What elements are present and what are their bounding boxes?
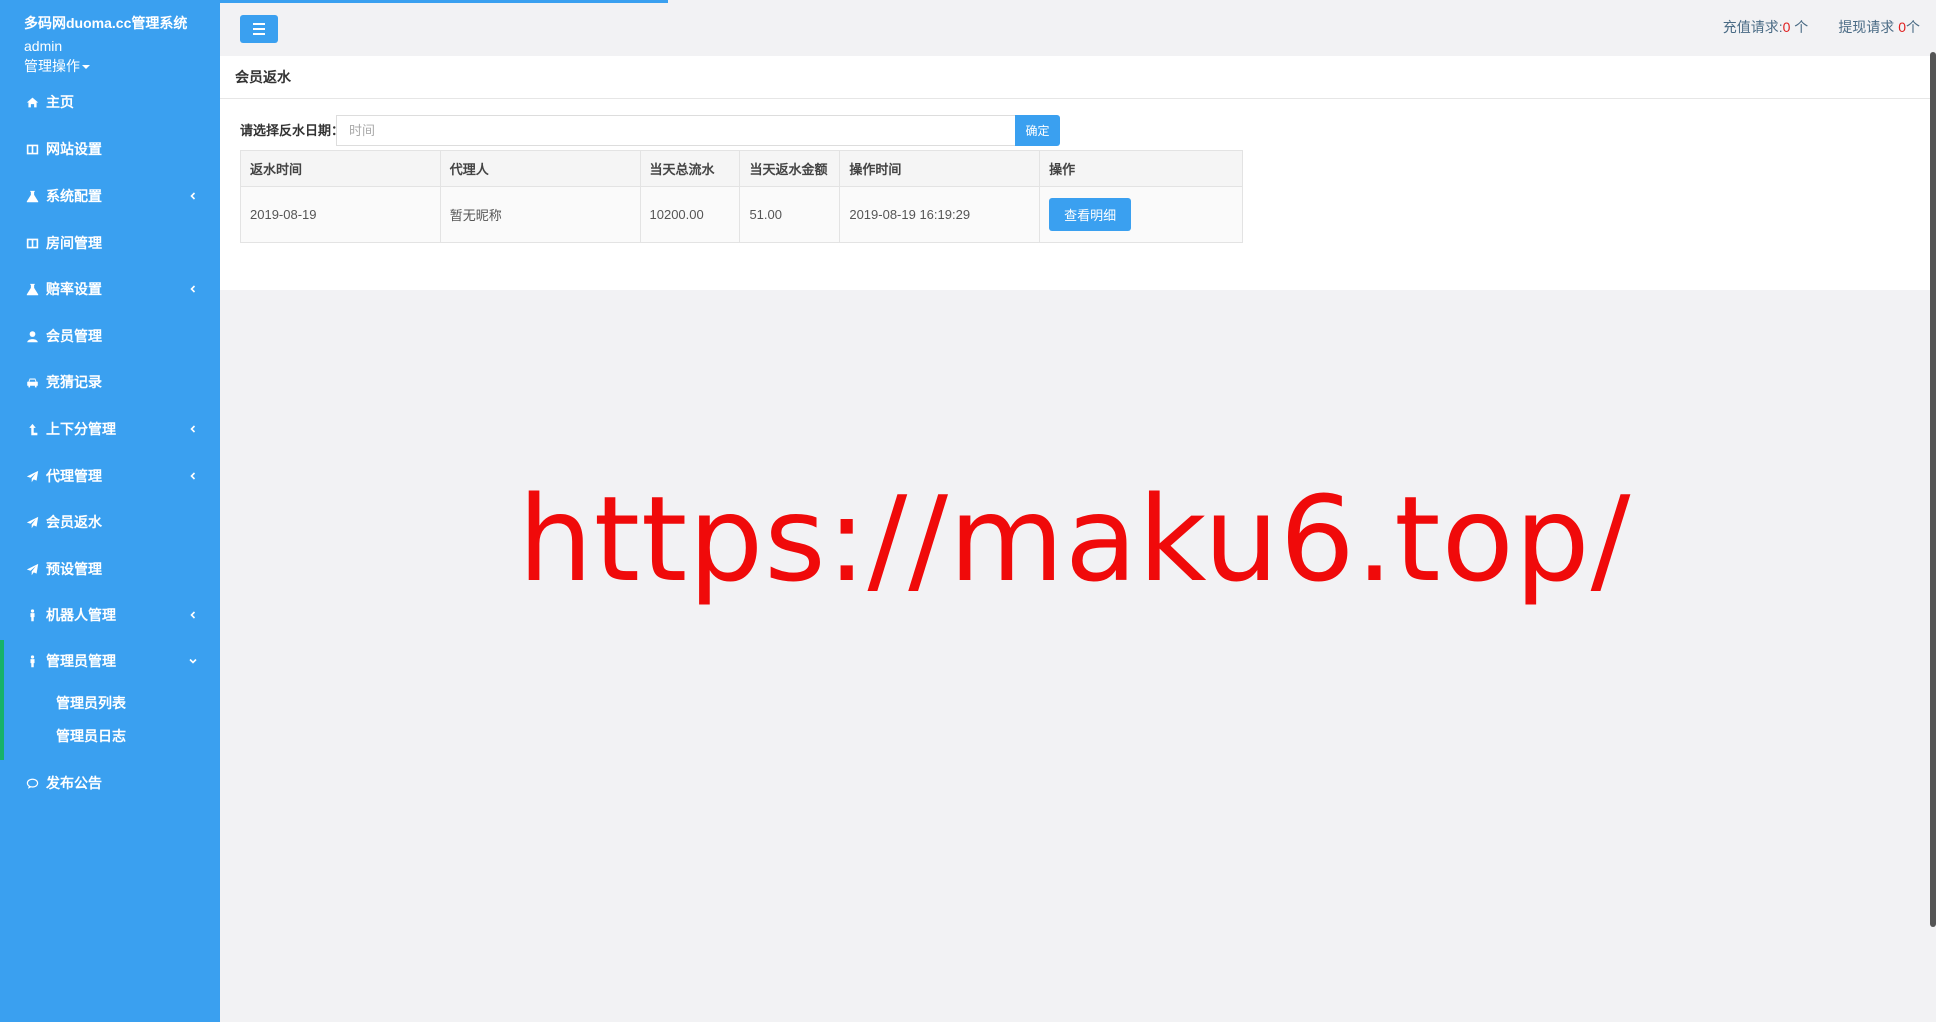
sidebar-subitem-admin-list[interactable]: 管理员列表 <box>56 693 126 713</box>
comments-icon <box>24 775 40 791</box>
date-label: 请选择反水日期： <box>240 123 345 138</box>
recharge-label: 充值请求: <box>1722 19 1783 35</box>
male-icon <box>24 607 40 623</box>
hamburger-line <box>253 33 265 35</box>
col-header-rebate-date: 返水时间 <box>240 150 441 187</box>
sidebar-item-presets[interactable]: 预设管理 <box>0 551 220 587</box>
withdraw-label: 提现请求 <box>1838 19 1899 35</box>
caret-down-icon <box>82 65 90 70</box>
car-icon <box>24 374 40 390</box>
sidebar-item-member-rebate[interactable]: 会员返水 <box>0 504 220 540</box>
chevron-down-icon <box>186 654 200 668</box>
top-bar <box>220 0 1936 52</box>
sidebar-item-label: 代理管理 <box>46 468 102 484</box>
confirm-button[interactable]: 确定 <box>1015 115 1060 146</box>
flask-icon <box>24 188 40 204</box>
sidebar-item-label: 房间管理 <box>46 235 102 251</box>
col-header-agent: 代理人 <box>439 150 641 187</box>
sidebar-item-label: 系统配置 <box>46 188 102 204</box>
withdraw-count: 0 <box>1898 19 1906 35</box>
columns-icon <box>24 235 40 251</box>
sidebar-item-rooms[interactable]: 房间管理 <box>0 225 220 261</box>
paper-plane-icon <box>24 514 40 530</box>
sidebar-item-agents[interactable]: 代理管理 <box>0 458 220 494</box>
watermark-url: https://maku6.top/ <box>518 470 1632 608</box>
paper-plane-icon <box>24 468 40 484</box>
cell-rebate-amount: 51.00 <box>739 186 841 243</box>
sidebar-item-label: 赔率设置 <box>46 281 102 297</box>
chevron-left-icon <box>186 189 200 203</box>
sidebar-item-label: 预设管理 <box>46 561 102 577</box>
sidebar-item-label: 网站设置 <box>46 141 102 157</box>
col-header-rebate-amount: 当天返水金额 <box>739 150 841 187</box>
sidebar-item-admins[interactable]: 管理员管理 <box>0 643 220 679</box>
rebate-table: 返水时间 代理人 当天总流水 当天返水金额 操作时间 操作 2019-08-19… <box>240 150 1243 243</box>
hamburger-line <box>253 28 265 30</box>
sidebar-item-site-settings[interactable]: 网站设置 <box>0 131 220 167</box>
chevron-left-icon <box>186 422 200 436</box>
chevron-left-icon <box>186 608 200 622</box>
flask-icon <box>24 281 40 297</box>
sidebar-item-label: 发布公告 <box>46 775 102 791</box>
sidebar-item-label: 会员返水 <box>46 514 102 530</box>
cell-rebate-date: 2019-08-19 <box>240 186 441 243</box>
sidebar-item-label: 会员管理 <box>46 328 102 344</box>
sidebar-item-robots[interactable]: 机器人管理 <box>0 597 220 633</box>
recharge-unit: 个 <box>1790 19 1809 35</box>
user-menu-label: 管理操作 <box>24 58 80 74</box>
top-notifications: 充值请求:0 个 提现请求 0个 <box>1723 17 1920 37</box>
cell-actions: 查看明细 <box>1039 186 1243 243</box>
sidebar-item-home[interactable]: 主页 <box>0 84 220 120</box>
cell-turnover: 10200.00 <box>639 186 741 243</box>
sidebar-item-label: 主页 <box>46 94 74 110</box>
sidebar-toggle-button[interactable] <box>240 15 278 43</box>
sidebar-item-announcements[interactable]: 发布公告 <box>0 765 220 801</box>
withdraw-requests-link[interactable]: 提现请求 0个 <box>1838 17 1920 37</box>
user-menu-toggle[interactable]: 管理操作 <box>24 56 90 76</box>
username: admin <box>24 38 63 54</box>
sidebar-item-label: 上下分管理 <box>46 421 116 437</box>
paper-plane-icon <box>24 561 40 577</box>
col-header-op-time: 操作时间 <box>839 150 1041 187</box>
sidebar-item-credit-management[interactable]: 上下分管理 <box>0 411 220 447</box>
hamburger-line <box>253 23 265 25</box>
columns-icon <box>24 141 40 157</box>
table-row: 2019-08-19 暂无昵称 10200.00 51.00 2019-08-1… <box>240 186 1243 243</box>
col-header-turnover: 当天总流水 <box>639 150 741 187</box>
sidebar-item-system-config[interactable]: 系统配置 <box>0 178 220 214</box>
sidebar-item-odds[interactable]: 赔率设置 <box>0 271 220 307</box>
sidebar: 多码网duoma.cc管理系统 admin 管理操作 主页 网站设置 系统配置 … <box>0 0 220 1022</box>
sidebar-item-bet-records[interactable]: 竞猜记录 <box>0 364 220 400</box>
cell-op-time: 2019-08-19 16:19:29 <box>839 186 1041 243</box>
col-header-actions: 操作 <box>1039 150 1243 187</box>
app-title: 多码网duoma.cc管理系统 <box>24 15 188 31</box>
sidebar-item-members[interactable]: 会员管理 <box>0 318 220 354</box>
chevron-left-icon <box>186 282 200 296</box>
sidebar-item-label: 机器人管理 <box>46 607 116 623</box>
view-details-button[interactable]: 查看明细 <box>1049 198 1132 231</box>
chevron-left-icon <box>186 469 200 483</box>
male-icon <box>24 653 40 669</box>
sidebar-item-label: 管理员管理 <box>46 653 116 669</box>
sidebar-subitem-admin-log[interactable]: 管理员日志 <box>56 726 126 746</box>
recharge-requests-link[interactable]: 充值请求:0 个 <box>1723 17 1809 37</box>
arrow-up-icon <box>24 421 40 437</box>
sidebar-item-label: 竞猜记录 <box>46 374 102 390</box>
divider <box>220 98 1936 99</box>
loading-progress-bar <box>220 0 668 3</box>
page-title: 会员返水 <box>235 69 291 85</box>
withdraw-unit: 个 <box>1906 19 1920 35</box>
scrollbar[interactable] <box>1930 52 1936 927</box>
cell-agent: 暂无昵称 <box>439 186 641 243</box>
date-input[interactable] <box>336 115 1016 146</box>
table-header-row: 返水时间 代理人 当天总流水 当天返水金额 操作时间 操作 <box>240 150 1243 187</box>
user-icon <box>24 328 40 344</box>
home-icon <box>24 94 40 110</box>
